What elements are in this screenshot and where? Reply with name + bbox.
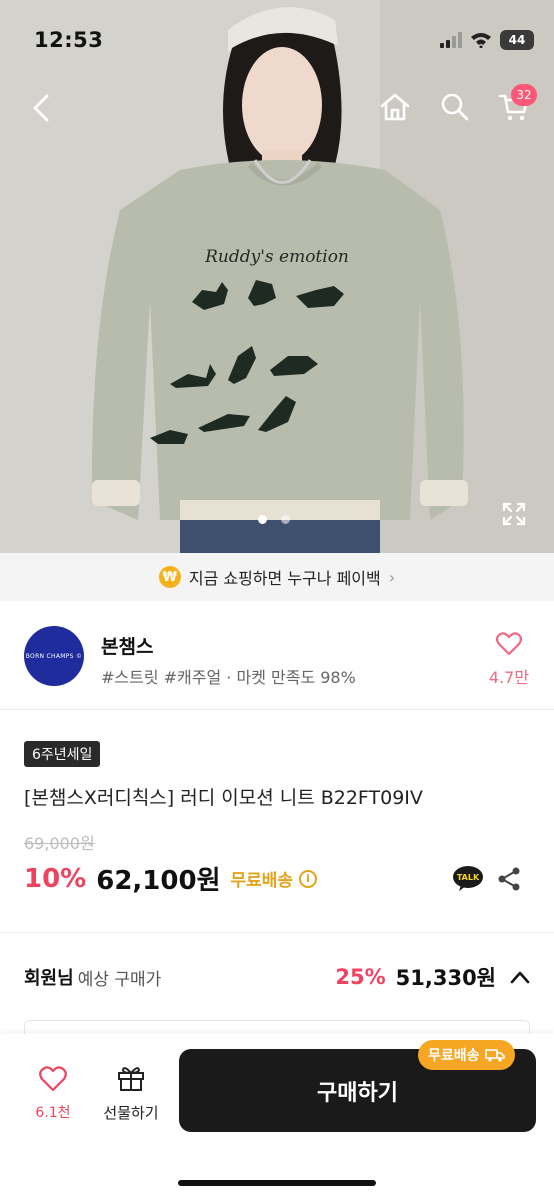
sale-price: 62,100원 (96, 866, 221, 896)
carousel-dot-active[interactable] (258, 515, 267, 524)
home-button[interactable] (376, 88, 414, 126)
won-coin-icon: ₩ (158, 566, 181, 588)
cart-count-badge: 32 (511, 84, 537, 106)
store-name[interactable]: 본챔스 (101, 632, 153, 659)
discount-rate: 10% (24, 863, 87, 894)
status-icons: 44 (440, 30, 534, 50)
heart-icon (495, 632, 523, 656)
gift-label: 선물하기 (103, 1104, 159, 1122)
product-photo: Ruddy's emotion (0, 0, 554, 553)
payback-text: 지금 쇼핑하면 누구나 페이백 (188, 569, 381, 588)
share-icon[interactable] (496, 866, 522, 892)
fullscreen-button[interactable] (498, 498, 530, 530)
original-price: 69,000원 (24, 834, 95, 853)
carousel-dots (258, 515, 290, 524)
gift-icon (118, 1067, 144, 1091)
store-logo[interactable]: BORN CHAMPS © (24, 626, 84, 686)
gift-button[interactable]: 선물하기 (96, 1064, 166, 1123)
expand-icon (502, 502, 526, 526)
back-button[interactable] (24, 88, 58, 128)
product-page: Ruddy's emotion 12:53 44 32 ₩ 지금 쇼핑하면 누구… (0, 0, 554, 1200)
home-icon (380, 93, 410, 121)
search-icon (441, 93, 469, 121)
home-indicator (178, 1180, 376, 1186)
member-label: 회원님 (24, 968, 74, 989)
free-shipping-label: 무료배송 (230, 871, 294, 891)
store-tags: #스트릿 #캐주얼 · 마켓 만족도 98% (101, 668, 356, 687)
wifi-icon (471, 33, 491, 48)
member-price-row[interactable]: 회원님 예상 구매가 25% 51,330원 (24, 962, 530, 992)
kakao-talk-share-icon[interactable]: TALK (452, 865, 484, 891)
battery-indicator: 44 (500, 30, 534, 50)
sweater-print-text: Ruddy's emotion (204, 247, 349, 267)
talk-label: TALK (457, 873, 480, 882)
member-sub-label: 예상 구매가 (77, 969, 162, 990)
section-divider (0, 932, 554, 933)
member-price-group: 25% 51,330원 (335, 962, 530, 992)
carousel-dot[interactable] (281, 515, 290, 524)
signal-icon (440, 32, 462, 48)
store-like-count: 4.7만 (488, 668, 530, 687)
member-price: 51,330원 (395, 966, 496, 990)
chevron-left-icon (33, 94, 49, 122)
promo-badge: 6주년세일 (24, 741, 101, 767)
payback-banner[interactable]: ₩ 지금 쇼핑하면 누구나 페이백 › (0, 553, 554, 601)
status-time: 12:53 (34, 28, 104, 52)
truck-icon (484, 1049, 505, 1062)
free-shipping-tag-label: 무료배송 (428, 1048, 480, 1064)
product-image-carousel[interactable]: Ruddy's emotion (0, 0, 554, 553)
price-row: 10% 62,100원 무료배송 i (24, 860, 318, 897)
heart-icon (39, 1066, 67, 1092)
chevron-up-icon[interactable] (510, 970, 530, 984)
product-title: [본챔스X러디칙스] 러디 이모션 니트 B22FT09IV (24, 787, 423, 809)
member-discount: 25% (335, 965, 386, 989)
free-shipping-tag: 무료배송 (418, 1040, 515, 1070)
info-icon[interactable]: i (299, 869, 318, 888)
store-like-button[interactable]: 4.7만 (487, 632, 531, 688)
store-row[interactable]: BORN CHAMPS © 본챔스 #스트릿 #캐주얼 · 마켓 만족도 98%… (0, 602, 554, 710)
chevron-right-icon: › (388, 567, 396, 587)
wishlist-count: 6.1천 (35, 1105, 71, 1121)
search-button[interactable] (436, 88, 474, 126)
wishlist-button[interactable]: 6.1천 (28, 1066, 78, 1122)
